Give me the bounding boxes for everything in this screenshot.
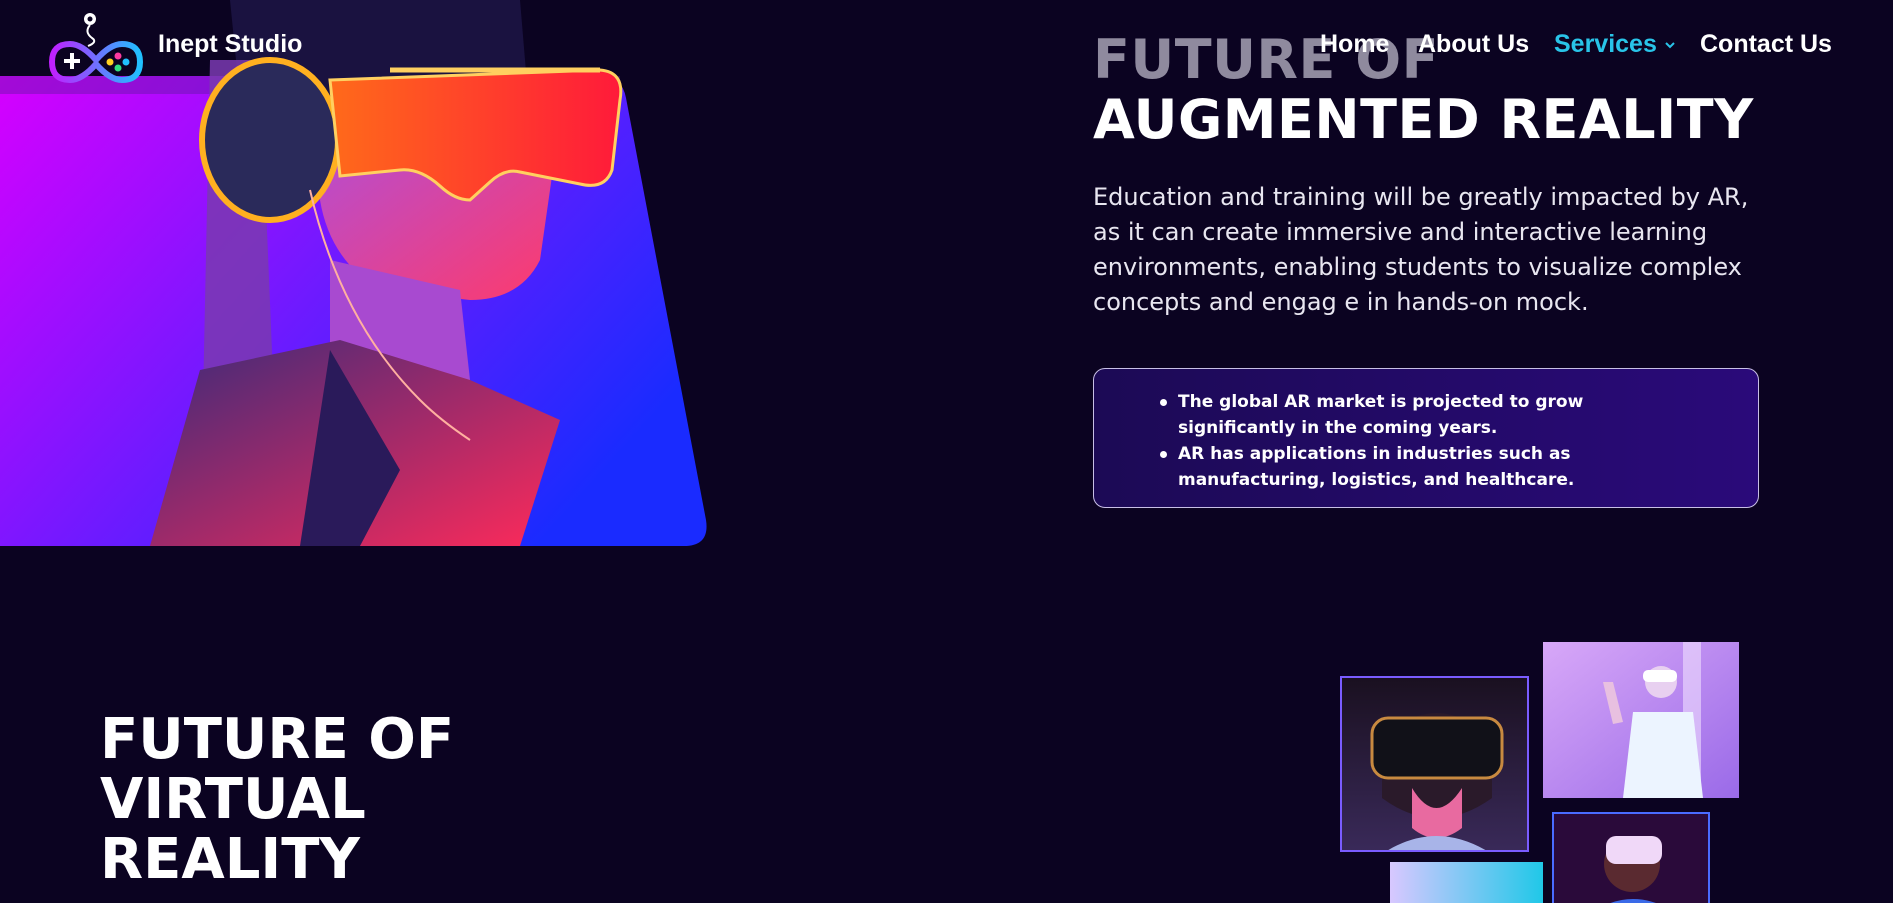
nav-services-label: Services <box>1554 30 1657 58</box>
vr-cyan-image <box>1390 862 1543 903</box>
nav-contact-link[interactable]: Contact Us <box>1700 30 1832 59</box>
vr-title-line3: REALITY <box>100 827 360 892</box>
ar-title-line2: AUGMENTED REALITY <box>1093 88 1754 151</box>
vr-title-line2: VIRTUAL <box>100 767 366 832</box>
nav-home-link[interactable]: Home <box>1320 30 1389 59</box>
vr-section-title: FUTURE OF VIRTUAL REALITY <box>100 710 454 890</box>
nav-services-link[interactable]: Services <box>1554 30 1677 59</box>
ar-facts-box: The global AR market is projected to gro… <box>1093 368 1759 508</box>
list-item: The global AR market is projected to gro… <box>1160 389 1678 441</box>
brand-name[interactable]: Inept Studio <box>158 30 302 59</box>
gamepad-logo-icon[interactable] <box>48 8 146 84</box>
ar-description: Education and training will be greatly i… <box>1093 183 1749 316</box>
vr-smiling-man-image <box>1552 812 1710 903</box>
site-header: Inept Studio Home About Us Services Cont… <box>0 0 1893 92</box>
vr-woman-standing-image <box>1543 642 1739 798</box>
chevron-down-icon <box>1665 41 1675 48</box>
ar-facts-list: The global AR market is projected to gro… <box>1160 389 1734 493</box>
list-item: AR has applications in industries such a… <box>1160 441 1678 493</box>
nav-about-link[interactable]: About Us <box>1418 30 1529 59</box>
vr-title-line1: FUTURE OF <box>100 707 455 772</box>
page: Inept Studio Home About Us Services Cont… <box>0 0 1893 903</box>
vr-headset-portrait-image <box>1340 676 1529 852</box>
